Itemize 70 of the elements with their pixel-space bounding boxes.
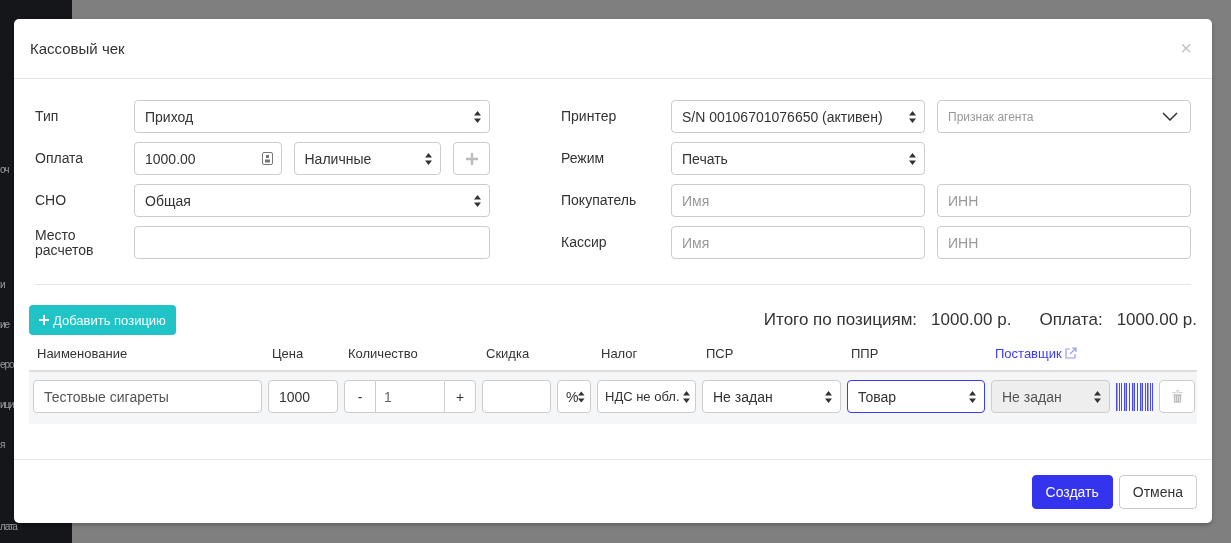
sort-caret-icon — [474, 194, 481, 207]
name-field[interactable]: Тестовые сигареты — [33, 380, 262, 413]
add-payment-button[interactable] — [453, 142, 490, 175]
column-header: Наименование — [36, 345, 129, 361]
delete-button[interactable] — [1159, 380, 1195, 413]
select-field[interactable]: Наличные — [293, 142, 441, 175]
sort-caret-icon — [425, 152, 432, 165]
field-label: Оплата — [35, 151, 85, 166]
sidebar-item: оч — [0, 163, 9, 177]
decrement-button[interactable]: - — [344, 380, 376, 413]
sort-caret-icon — [909, 110, 916, 123]
amount-field[interactable]: 1000.00 — [134, 142, 282, 175]
sidebar-item: я — [0, 438, 5, 452]
column-header: Налог — [600, 345, 639, 361]
field-label: Место расчетов — [35, 227, 95, 258]
text-field[interactable]: Имя — [671, 226, 925, 259]
trash-icon — [1171, 390, 1183, 403]
sort-caret-icon — [474, 110, 481, 123]
field-label: Режим — [561, 151, 606, 166]
total-label: Итого по позициям: — [763, 310, 918, 330]
sort-caret-icon — [969, 390, 976, 403]
sort-caret-icon — [1094, 390, 1101, 403]
text-field[interactable]: Имя — [671, 184, 925, 217]
select-field[interactable]: Общая — [134, 184, 490, 217]
field-label: Принтер — [561, 109, 618, 124]
supplier-link[interactable]: Поставщик — [995, 345, 1077, 361]
plus-icon — [465, 152, 478, 165]
total-label: Оплата: — [1039, 310, 1103, 330]
sort-caret-icon — [578, 390, 585, 403]
sort-caret-icon — [825, 390, 832, 403]
chevron-down-icon — [1162, 112, 1178, 121]
plus-icon — [39, 315, 49, 325]
select-field[interactable]: S/N 00106701076650 (активен) — [671, 100, 925, 133]
unit-select[interactable]: % — [557, 380, 591, 413]
quantity-field[interactable]: 1 — [376, 380, 444, 413]
increment-button[interactable]: + — [444, 380, 476, 413]
column-header: Количество — [347, 345, 419, 361]
text-field[interactable] — [134, 226, 490, 259]
field-label: Покупатель — [561, 193, 638, 208]
barcode-icon[interactable] — [1116, 382, 1153, 411]
text-field[interactable]: ИНН — [937, 226, 1191, 259]
field-label: Кассир — [561, 235, 608, 250]
column-header: ППР — [850, 345, 880, 361]
sort-caret-icon — [909, 152, 916, 165]
sidebar-item: еро — [0, 358, 14, 372]
select-field[interactable]: Не задан — [702, 380, 841, 413]
tax-select[interactable]: НДС не обл. — [597, 380, 696, 413]
select-field[interactable]: Приход — [134, 100, 490, 133]
sort-caret-icon — [683, 390, 690, 403]
select-field[interactable]: Товар — [847, 380, 985, 413]
total-value: 1000.00 р. — [1116, 310, 1197, 330]
sidebar-item: ие — [0, 318, 9, 332]
column-header: Цена — [271, 345, 305, 361]
text-field[interactable]: ИНН — [937, 184, 1191, 217]
dialog-title: Кассовый чек — [30, 40, 125, 57]
sidebar-item: лата — [0, 520, 17, 534]
calculator-icon — [261, 152, 273, 165]
select-field[interactable]: Печать — [671, 142, 925, 175]
column-header: ПСР — [705, 345, 735, 361]
price-field[interactable]: 1000 — [268, 380, 338, 413]
cancel-button[interactable]: Отмена — [1118, 474, 1197, 509]
total-value: 1000.00 р. — [931, 310, 1012, 330]
discount-field[interactable] — [482, 380, 551, 413]
sidebar-item: ици — [0, 398, 14, 412]
field-label: Тип — [35, 109, 60, 124]
field-label: СНО — [35, 193, 68, 208]
sidebar-item: и — [0, 278, 5, 292]
column-header: Скидка — [485, 345, 531, 361]
external-link-icon — [1064, 347, 1077, 359]
create-button[interactable]: Создать — [1031, 474, 1113, 509]
